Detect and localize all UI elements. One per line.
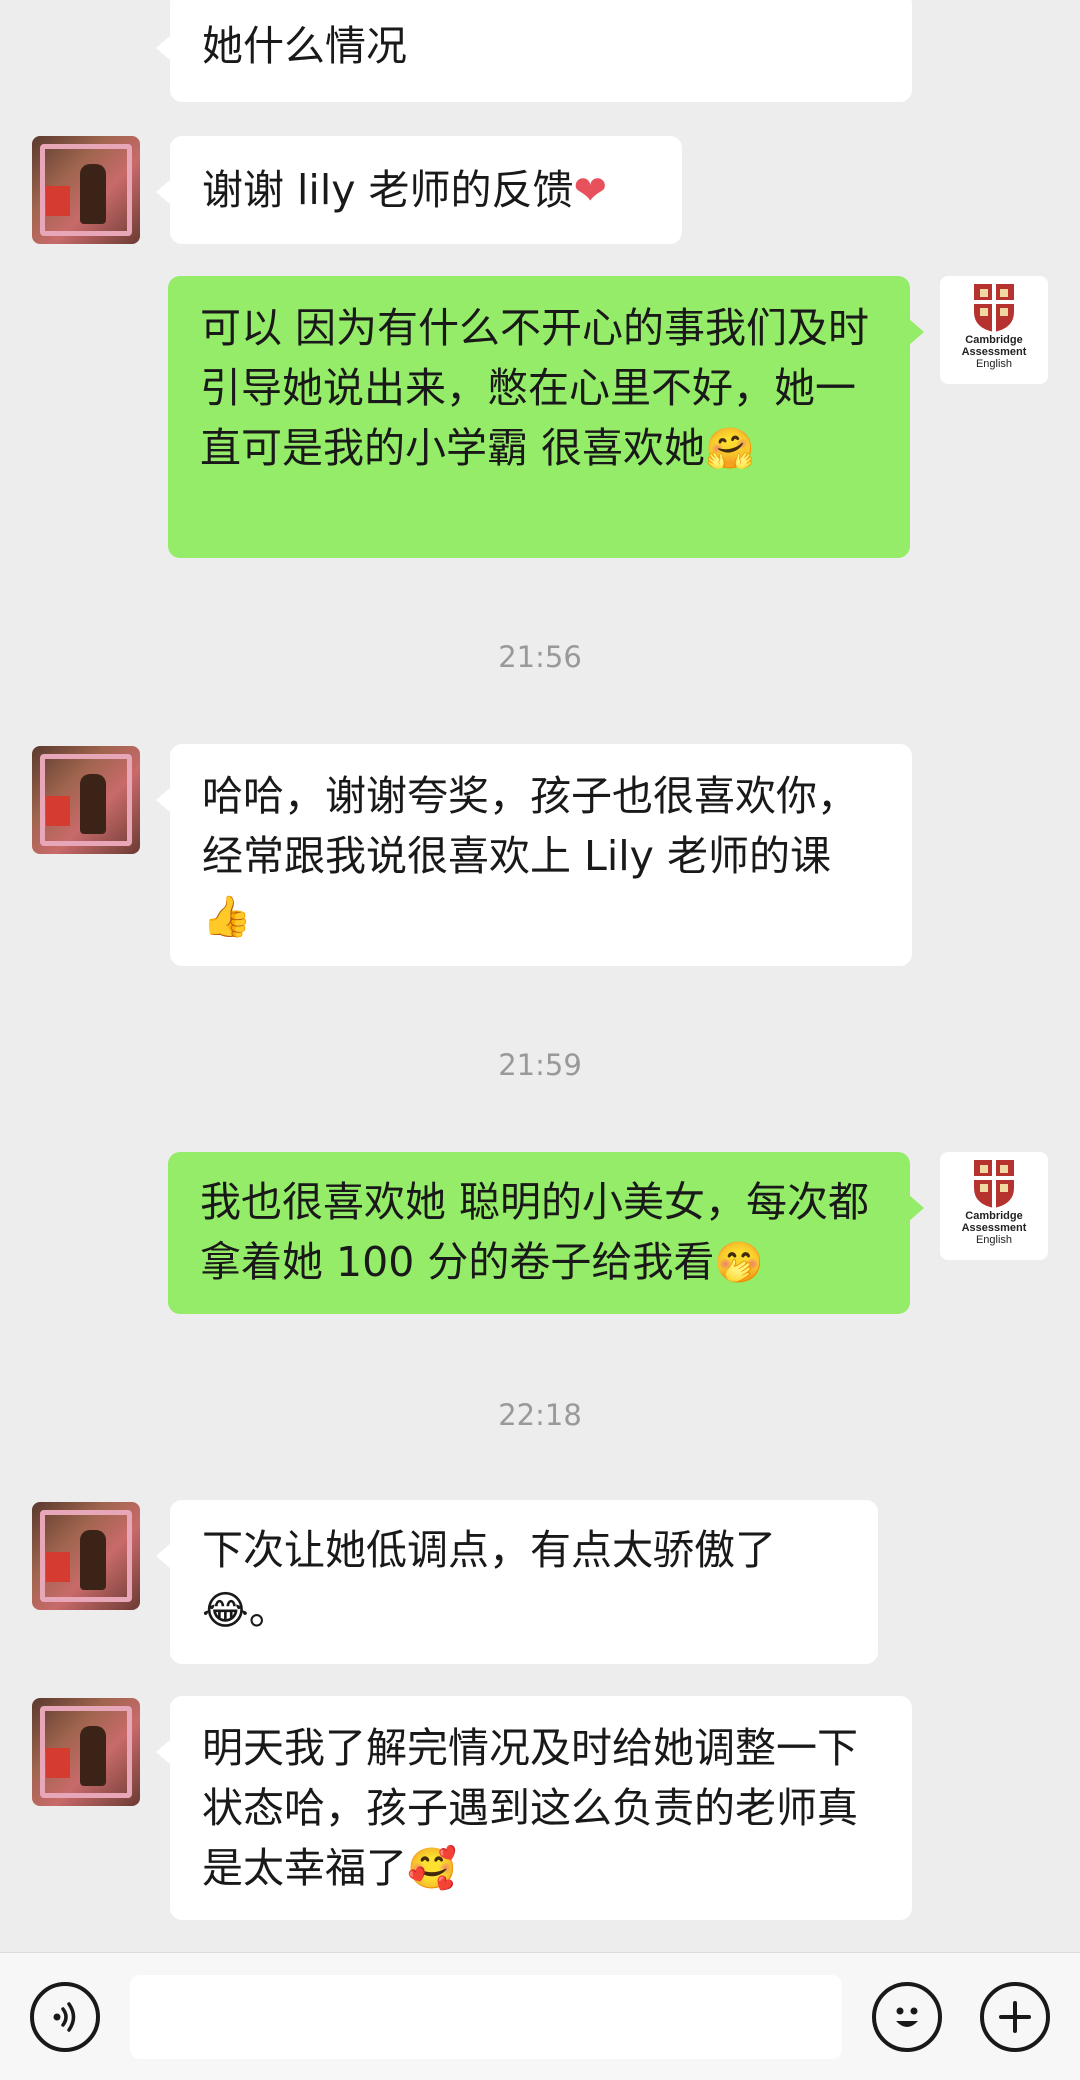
message-text: 她什么情况 <box>202 22 407 70</box>
more-button[interactable] <box>980 1982 1050 2052</box>
plus-icon <box>999 2001 1031 2033</box>
self-avatar[interactable]: Cambridge Assessment English <box>940 1152 1048 1260</box>
input-bar <box>0 1952 1080 2080</box>
message-text: 可以 因为有什么不开心的事我们及时引导她说出来，憋在心里不好，她一直可是我的小学… <box>200 304 870 472</box>
smiling-hearts-emoji-icon: 🥰 <box>407 1846 457 1892</box>
self-avatar[interactable]: Cambridge Assessment English <box>940 276 1048 384</box>
message-text: 哈哈，谢谢夸奖，孩子也很喜欢你，经常跟我说很喜欢上 Lily 老师的课 <box>202 772 858 880</box>
cambridge-shield-icon <box>974 1160 1014 1208</box>
thumbs-up-emoji-icon: 👍 <box>202 894 252 940</box>
contact-avatar[interactable] <box>32 1698 140 1806</box>
emoji-icon <box>896 2007 918 2027</box>
contact-avatar[interactable] <box>32 746 140 854</box>
hugging-emoji-icon: 🤗 <box>705 426 755 472</box>
message-bubble-other[interactable]: 明天我了解完情况及时给她调整一下状态哈，孩子遇到这么负责的老师真是太幸福了🥰 <box>156 1696 912 1920</box>
logo-text: Cambridge Assessment English <box>961 1210 1027 1246</box>
logo-text: Cambridge Assessment English <box>961 334 1027 370</box>
cambridge-shield-icon <box>974 284 1014 332</box>
message-text: 我也很喜欢她 聪明的小美女，每次都拿着她 100 分的卷子给我看 <box>200 1178 870 1286</box>
message-bubble-self[interactable]: 我也很喜欢她 聪明的小美女，每次都拿着她 100 分的卷子给我看🤭 <box>168 1152 924 1314</box>
message-text: 谢谢 lily 老师的反馈 <box>202 166 574 214</box>
hand-over-mouth-emoji-icon: 🤭 <box>714 1240 765 1286</box>
message-text: 明天我了解完情况及时给她调整一下状态哈，孩子遇到这么负责的老师真是太幸福了 <box>202 1724 858 1892</box>
message-bubble-self[interactable]: 可以 因为有什么不开心的事我们及时引导她说出来，憋在心里不好，她一直可是我的小学… <box>168 276 924 558</box>
message-text-tail: 。 <box>248 1586 290 1634</box>
heart-emoji-icon: ❤ <box>573 168 608 214</box>
voice-icon <box>53 2002 76 2032</box>
voice-button[interactable] <box>30 1982 100 2052</box>
contact-avatar[interactable] <box>32 1502 140 1610</box>
emoji-button[interactable] <box>872 1982 942 2052</box>
message-text: 下次让她低调点，有点太骄傲了 <box>202 1526 776 1574</box>
chat-area[interactable]: 她什么情况 谢谢 lily 老师的反馈❤ 可以 因为有什么不开心的事我们及时引导… <box>0 0 1080 1952</box>
timestamp: 22:18 <box>498 1398 582 1432</box>
message-bubble-other[interactable]: 她什么情况 <box>156 0 912 102</box>
message-input[interactable] <box>130 1975 842 2059</box>
contact-avatar[interactable] <box>32 136 140 244</box>
tears-of-joy-emoji-icon: 😂 <box>202 1588 249 1634</box>
message-bubble-other[interactable]: 谢谢 lily 老师的反馈❤ <box>156 136 682 244</box>
timestamp: 21:59 <box>498 1048 582 1082</box>
timestamp: 21:56 <box>498 640 582 674</box>
message-bubble-other[interactable]: 哈哈，谢谢夸奖，孩子也很喜欢你，经常跟我说很喜欢上 Lily 老师的课 👍 <box>156 744 912 966</box>
message-bubble-other[interactable]: 下次让她低调点，有点太骄傲了 😂。 <box>156 1500 878 1664</box>
